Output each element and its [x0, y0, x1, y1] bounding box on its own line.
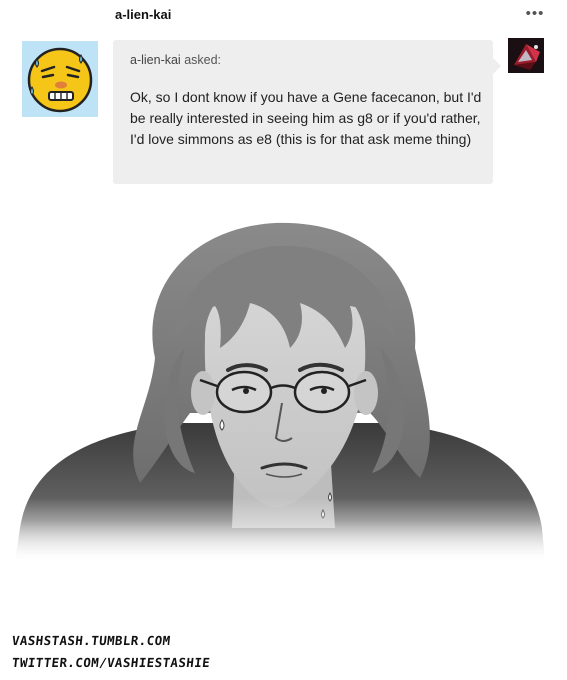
- post-header: a-lien-kai •••: [0, 0, 567, 34]
- ask-bubble: a-lien-kai asked: Ok, so I dont know if …: [113, 40, 501, 184]
- blog-name-link[interactable]: a-lien-kai: [115, 7, 171, 22]
- answerer-avatar[interactable]: [508, 38, 544, 73]
- red-cube-avatar-icon: [508, 38, 544, 73]
- twitter-credit-text: TWITTER.COM/VASHIESTASHIE: [11, 655, 211, 670]
- tumblr-credit-text: VASHSTASH.TUMBLR.COM: [11, 633, 172, 648]
- portrait-illustration: [0, 222, 567, 562]
- asked-label: asked:: [180, 53, 222, 67]
- asker-avatar[interactable]: [22, 41, 98, 117]
- question-text: Ok, so I dont know if you have a Gene fa…: [130, 89, 482, 147]
- portrait-artwork: [0, 198, 567, 562]
- asker-line: a-lien-kai asked:: [130, 53, 221, 67]
- asker-name-link[interactable]: a-lien-kai: [130, 53, 181, 67]
- grimace-emoji-icon: [22, 41, 98, 117]
- more-options-icon[interactable]: •••: [523, 4, 547, 24]
